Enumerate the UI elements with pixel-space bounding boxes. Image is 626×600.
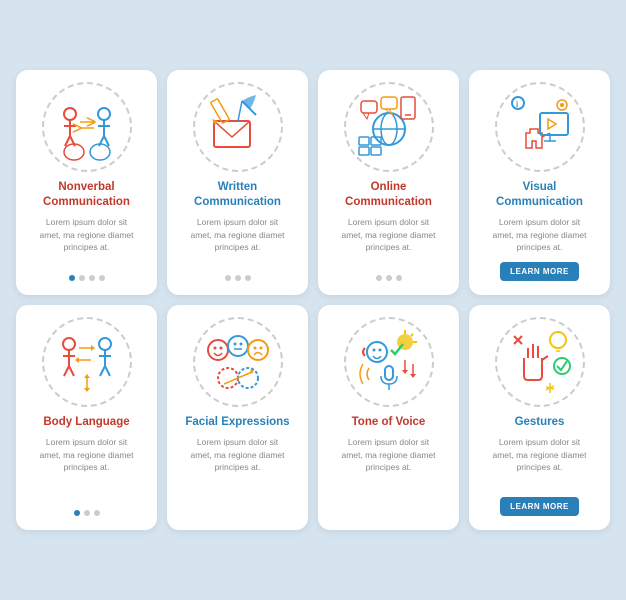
online-body: Lorem ipsum dolor sitamet, ma regione di…	[341, 216, 435, 267]
tone-title: Tone of Voice	[352, 415, 426, 430]
dot-3	[396, 275, 402, 281]
card-visual: i Visual Communication Lorem ipsum dolor…	[469, 70, 610, 295]
visual-icon-circle: i	[495, 82, 585, 172]
gestures-body: Lorem ipsum dolor sitamet, ma regione di…	[492, 436, 586, 489]
nonverbal-icon-circle	[42, 82, 132, 172]
written-icon	[204, 93, 272, 161]
card-facial: Facial Expressions Lorem ipsum dolor sit…	[167, 305, 308, 530]
nonverbal-icon	[52, 92, 122, 162]
card-tone: Tone of Voice Lorem ipsum dolor sitamet,…	[318, 305, 459, 530]
dot-2	[79, 275, 85, 281]
dot-1	[74, 510, 80, 516]
online-title: Online Communication	[328, 180, 449, 210]
nonverbal-body: Lorem ipsum dolor sitamet, ma regione di…	[39, 216, 133, 267]
visual-learn-more-button[interactable]: LEARN MORE	[500, 262, 579, 281]
visual-body: Lorem ipsum dolor sitamet, ma regione di…	[492, 216, 586, 254]
gestures-title: Gestures	[515, 415, 565, 430]
gestures-icon	[506, 328, 574, 396]
dot-1	[225, 275, 231, 281]
online-icon-circle	[344, 82, 434, 172]
card-gestures: Gestures Lorem ipsum dolor sitamet, ma r…	[469, 305, 610, 530]
body-dots	[74, 510, 100, 516]
body-icon	[53, 328, 121, 396]
card-nonverbal: Nonverbal Communication Lorem ipsum dolo…	[16, 70, 157, 295]
dot-3	[245, 275, 251, 281]
card-grid: Nonverbal Communication Lorem ipsum dolo…	[16, 70, 610, 530]
facial-title: Facial Expressions	[185, 415, 289, 430]
svg-text:i: i	[516, 100, 518, 109]
facial-icon	[204, 328, 272, 396]
facial-body: Lorem ipsum dolor sitamet, ma regione di…	[190, 436, 284, 516]
online-dots	[376, 275, 402, 281]
visual-title: Visual Communication	[479, 180, 600, 210]
body-body: Lorem ipsum dolor sitamet, ma regione di…	[39, 436, 133, 502]
gestures-learn-more-button[interactable]: LEARN MORE	[500, 497, 579, 516]
card-body-language: Body Language Lorem ipsum dolor sitamet,…	[16, 305, 157, 530]
written-icon-circle	[193, 82, 283, 172]
dot-2	[84, 510, 90, 516]
nonverbal-title: Nonverbal Communication	[26, 180, 147, 210]
online-icon	[355, 93, 423, 161]
facial-icon-circle	[193, 317, 283, 407]
dot-4	[99, 275, 105, 281]
gestures-icon-circle	[495, 317, 585, 407]
body-icon-circle	[42, 317, 132, 407]
written-dots	[225, 275, 251, 281]
written-body: Lorem ipsum dolor sitamet, ma regione di…	[190, 216, 284, 267]
visual-icon: i	[506, 93, 574, 161]
dot-1	[69, 275, 75, 281]
dot-2	[235, 275, 241, 281]
nonverbal-dots	[69, 275, 105, 281]
dot-1	[376, 275, 382, 281]
dot-2	[386, 275, 392, 281]
tone-body: Lorem ipsum dolor sitamet, ma regione di…	[341, 436, 435, 516]
dot-3	[94, 510, 100, 516]
tone-icon-circle	[344, 317, 434, 407]
tone-icon	[355, 328, 423, 396]
card-written: Written Communication Lorem ipsum dolor …	[167, 70, 308, 295]
written-title: Written Communication	[177, 180, 298, 210]
dot-3	[89, 275, 95, 281]
card-online: Online Communication Lorem ipsum dolor s…	[318, 70, 459, 295]
body-title: Body Language	[43, 415, 129, 430]
